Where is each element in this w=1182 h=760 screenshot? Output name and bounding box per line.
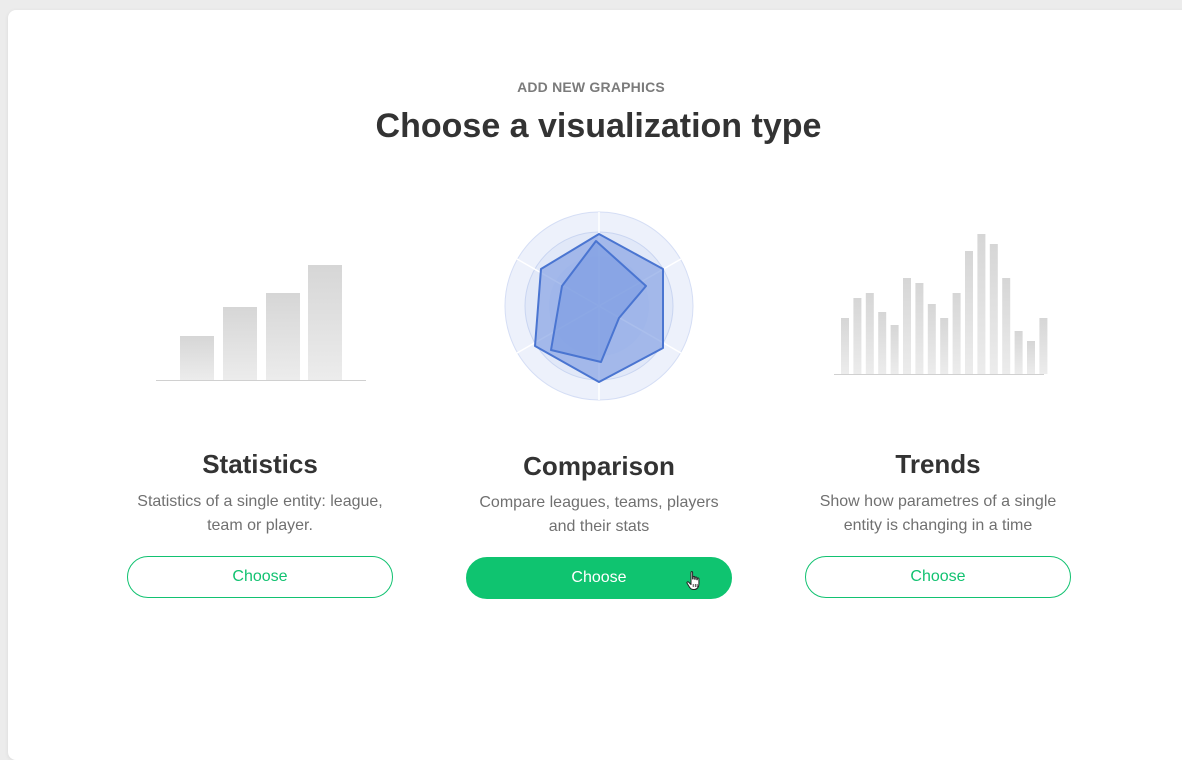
- option-description: Statistics of a single entity: league, t…: [137, 493, 383, 534]
- bar-chart-icon: [156, 265, 366, 381]
- trend-bar: [952, 293, 961, 374]
- choose-trends-button[interactable]: Choose: [805, 556, 1071, 598]
- trend-bar: [965, 251, 973, 374]
- choose-statistics-button[interactable]: Choose: [127, 556, 393, 598]
- trend-bar: [841, 318, 849, 374]
- trend-bar: [1027, 341, 1035, 374]
- option-title: Trends: [895, 449, 981, 479]
- trend-bar: [977, 234, 986, 374]
- section-eyebrow: ADD NEW GRAPHICS: [517, 79, 665, 95]
- hand-pointer-icon: [686, 571, 700, 590]
- trend-bar: [1002, 278, 1011, 374]
- trend-bar: [865, 293, 874, 374]
- trend-bar: [1014, 331, 1023, 374]
- trend-bar: [940, 318, 949, 374]
- radar-chart-icon: [504, 211, 694, 401]
- option-description: Show how parametres of a single entity i…: [819, 493, 1057, 534]
- option-title: Comparison: [523, 451, 675, 481]
- trend-bar: [903, 278, 911, 374]
- option-description: Compare leagues, teams, players and thei…: [479, 494, 719, 535]
- trend-bar: [878, 312, 887, 374]
- trend-bar: [989, 244, 998, 374]
- page-title: Choose a visualization type: [375, 107, 822, 145]
- option-title: Statistics: [202, 449, 318, 479]
- trend-bar: [927, 304, 936, 374]
- trend-chart-icon: [834, 234, 1048, 375]
- trend-bar: [890, 325, 899, 374]
- trend-bar: [1039, 318, 1048, 374]
- trend-bar: [853, 298, 862, 374]
- trend-bar: [915, 283, 924, 374]
